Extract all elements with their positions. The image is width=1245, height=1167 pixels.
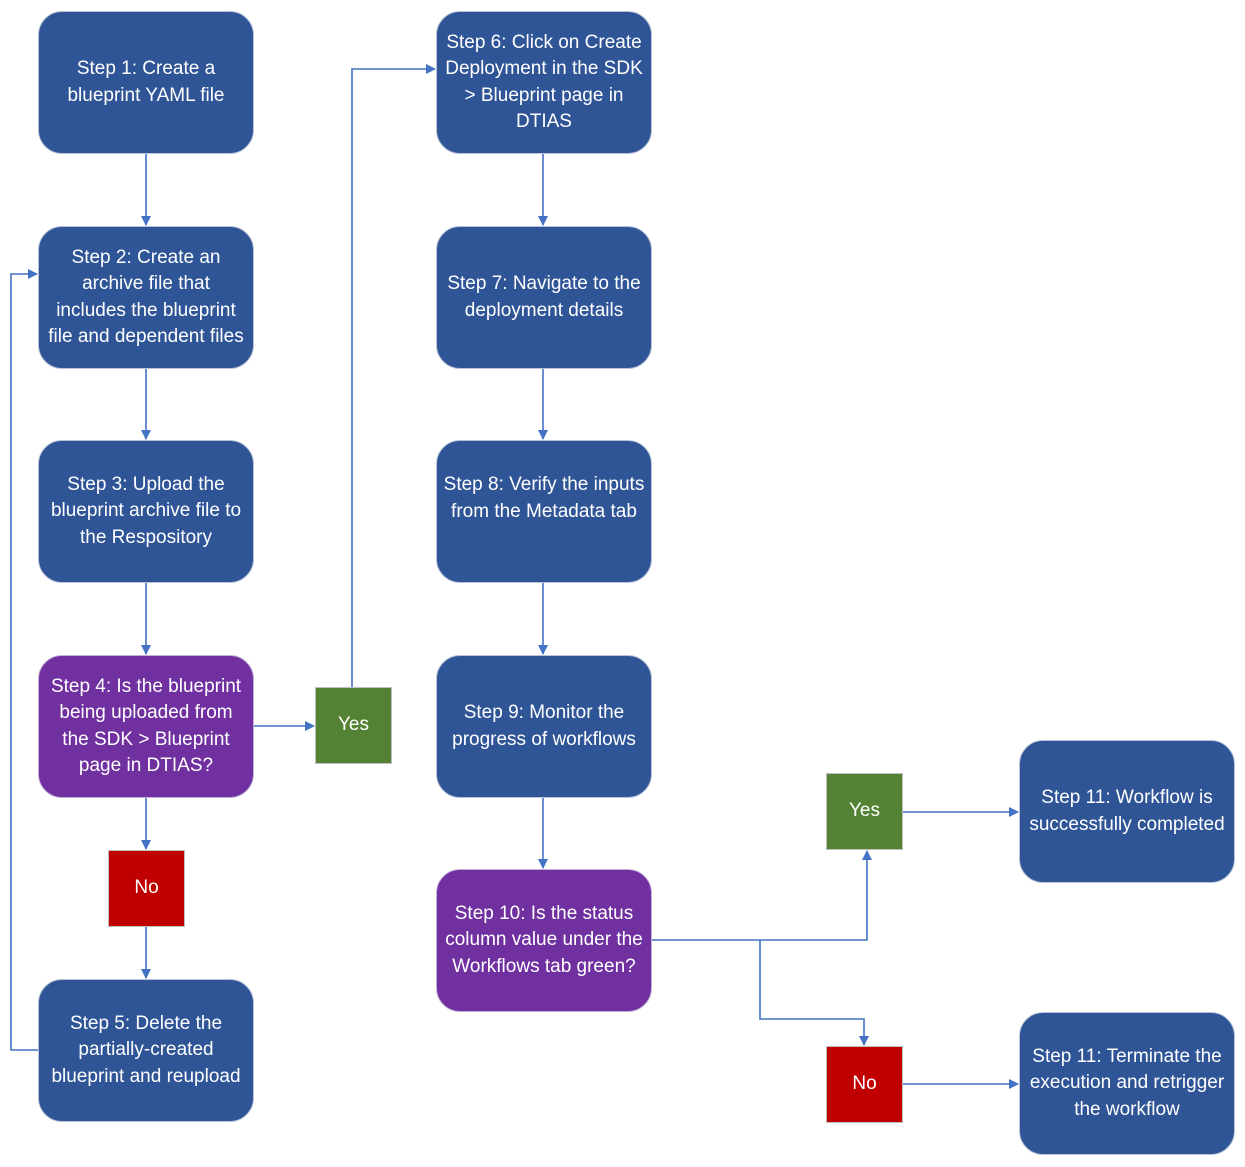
no-label: No: [134, 877, 159, 899]
no-branch-box-step4: No: [108, 850, 185, 927]
step-5-node: Step 5: Delete the partially-created blu…: [38, 979, 254, 1122]
yes-branch-box-step4: Yes: [315, 687, 392, 764]
step-3-node: Step 3: Upload the blueprint archive fil…: [38, 440, 254, 583]
step-8-label: Step 8: Verify the inputs from the Metad…: [443, 474, 645, 522]
yes-label: Yes: [338, 714, 369, 736]
edge-yes1-step6: [351, 64, 436, 687]
step-8-node: Step 8: Verify the inputs from the Metad…: [436, 440, 652, 583]
step-3-label: Step 3: Upload the blueprint archive fil…: [50, 473, 242, 548]
yes-label: Yes: [849, 800, 880, 822]
step-7-node: Step 7: Navigate to the deployment detai…: [436, 226, 652, 369]
step-11-fail-node: Step 11: Terminate the execution and ret…: [1019, 1012, 1235, 1155]
step-1-label: Step 1: Create a blueprint YAML file: [67, 58, 225, 106]
flowchart-canvas: Step 1: Create a blueprint YAML file Ste…: [0, 0, 1245, 1167]
step-10-decision-node: Step 10: Is the status column value unde…: [436, 869, 652, 1012]
step-10-label: Step 10: Is the status column value unde…: [445, 902, 643, 977]
step-2-label: Step 2: Create an archive file that incl…: [48, 246, 244, 348]
step-4-decision-node: Step 4: Is the blueprint being uploaded …: [38, 655, 254, 798]
step-4-label: Step 4: Is the blueprint being uploaded …: [50, 675, 242, 777]
step-9-label: Step 9: Monitor the progress of workflow…: [452, 702, 636, 750]
edge-step5-step2-loop: [10, 269, 38, 1051]
step-1-node: Step 1: Create a blueprint YAML file: [38, 11, 254, 154]
step-2-node: Step 2: Create an archive file that incl…: [38, 226, 254, 369]
edge-step10-yes2: [651, 850, 872, 941]
step-7-label: Step 7: Navigate to the deployment detai…: [447, 273, 641, 321]
step-11-success-label: Step 11: Workflow is successfully comple…: [1029, 787, 1225, 835]
edge-step10-no2: [759, 940, 869, 1046]
step-6-label: Step 6: Click on Create Deployment in th…: [445, 31, 643, 133]
yes-branch-box-step10: Yes: [826, 773, 903, 850]
no-branch-box-step10: No: [826, 1046, 903, 1123]
step-11-fail-label: Step 11: Terminate the execution and ret…: [1029, 1045, 1225, 1120]
step-9-node: Step 9: Monitor the progress of workflow…: [436, 655, 652, 798]
step-5-label: Step 5: Delete the partially-created blu…: [51, 1012, 241, 1087]
no-label: No: [852, 1073, 877, 1095]
step-6-node: Step 6: Click on Create Deployment in th…: [436, 11, 652, 154]
step-11-success-node: Step 11: Workflow is successfully comple…: [1019, 740, 1235, 883]
